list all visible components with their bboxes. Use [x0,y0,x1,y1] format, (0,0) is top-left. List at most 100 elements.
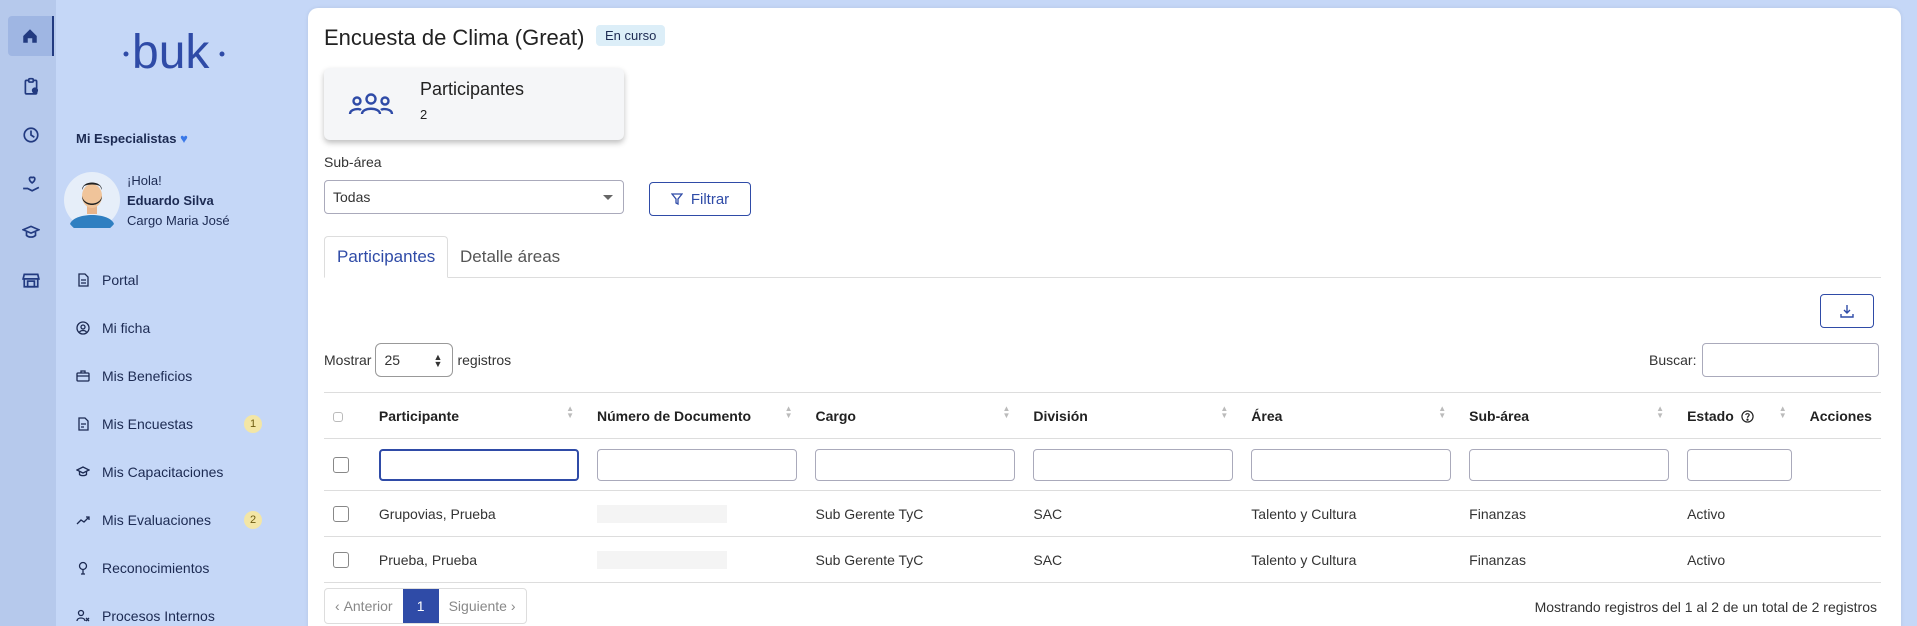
store-icon[interactable] [8,260,54,300]
pagination: ‹ Anterior 1 Siguiente › [324,588,527,624]
summary-count: 2 [420,107,428,122]
filter-participante-input[interactable] [378,448,580,481]
sidebar-item-mi-ficha[interactable]: Mi ficha [76,304,276,352]
redacted-document [597,550,728,569]
page-length-select[interactable]: 25 ▲ ▼ [375,343,454,377]
summary-title: Participantes [420,79,525,99]
participants-table: Participante ▲ ▼ Número de Documento ▲ ▼ Car… [324,392,1881,583]
sort-icon: ▲ ▼ [1438,404,1447,420]
cell-estado: Activo [1687,551,1726,568]
subarea-selected-value: Todas [333,189,371,205]
cell-estado: Activo [1687,505,1726,522]
filter-button-label: Filtrar [690,190,730,208]
sidebar-item-procesos-internos[interactable]: Procesos Internos [76,592,276,626]
pagination-page-1[interactable]: 1 [402,589,439,623]
sidebar-item-label: Mi ficha [102,320,151,336]
hand-heart-icon[interactable] [8,164,54,204]
column-header-subarea[interactable]: Sub-área ▲ ▼ [1460,393,1678,439]
cell-participante: Grupovias, Prueba [378,505,496,522]
filter-button[interactable]: Filtrar [649,182,751,216]
column-header-cargo[interactable]: Cargo ▲ ▼ [806,393,1024,439]
filter-row-checkbox[interactable] [333,457,349,474]
sidebar-item-label: Portal [102,272,139,288]
chevron-right-icon: › [506,598,516,614]
sidebar-item-reconocimientos[interactable]: Reconocimientos [76,544,276,592]
sidebar-nav: Portal Mi ficha Mis Beneficios Mis Encue… [76,256,276,626]
filter-subarea-input[interactable] [1469,448,1670,481]
cell-documento [588,491,806,537]
process-icon [76,609,90,622]
chevron-down-icon [603,195,613,200]
table-header-row: Participante ▲ ▼ Número de Documento ▲ ▼ Car… [324,392,1881,439]
status-badge: En curso [596,25,666,46]
row-checkbox[interactable] [333,552,349,569]
sidebar-item-mis-beneficios[interactable]: Mis Beneficios [76,352,276,400]
column-header-division[interactable]: División ▲ ▼ [1024,393,1242,439]
search-control: Buscar: [1649,343,1880,377]
sidebar-item-label: Mis Capacitaciones [102,464,224,480]
sidebar-item-mis-encuestas[interactable]: Mis Encuestas 1 [76,400,276,448]
greeting-text: ¡Hola! [127,173,162,188]
icon-rail [0,0,56,626]
medal-icon [78,561,88,575]
cell-area: Talento y Cultura [1251,551,1357,568]
graduation-cap-icon [76,466,90,477]
sort-icon: ▲ ▼ [1778,404,1787,420]
clipboard-icon[interactable] [8,66,54,106]
sort-icon: ▲ ▼ [1002,404,1011,420]
cell-subarea: Finanzas [1469,551,1526,568]
cell-division: SAC [1033,505,1063,522]
column-header-area[interactable]: Área ▲ ▼ [1242,393,1460,439]
row-checkbox[interactable] [333,506,349,523]
buk-logo[interactable]: buk [118,24,230,84]
sidebar-item-label: Mis Encuestas [102,416,194,432]
sort-arrows-icon: ▲ ▼ [433,352,443,369]
filter-estado-input[interactable] [1687,448,1792,481]
tab-participantes[interactable]: Participantes [324,236,449,278]
help-circle-icon[interactable] [1740,409,1754,423]
notification-badge: 2 [244,511,262,529]
notification-badge: 1 [244,415,262,433]
sidebar-item-portal[interactable]: Portal [76,256,276,304]
filter-division-input[interactable] [1033,448,1234,481]
prev-label: Anterior [343,598,393,614]
select-all-checkbox[interactable] [333,411,343,422]
search-input[interactable] [1702,343,1880,377]
cell-acciones [1801,491,1881,537]
user-name: Eduardo Silva [127,193,214,208]
subarea-select[interactable]: Todas [324,180,624,214]
svg-text:buk: buk [132,26,210,79]
graduation-cap-icon[interactable] [8,212,54,252]
search-label: Buscar: [1649,352,1697,368]
show-label: Mostrar [324,352,372,368]
user-role: Cargo Maria José [127,213,230,228]
download-button[interactable] [1820,294,1874,328]
column-header-estado[interactable]: Estado ▲ ▼ [1678,393,1801,439]
heart-icon: ♥ [180,131,188,146]
page-title: Encuesta de Clima (Great) [324,25,585,50]
next-label: Siguiente [448,598,507,614]
column-filter-row [324,439,1881,491]
cell-cargo: Sub Gerente TyC [815,505,924,522]
sidebar-item-label: Mis Beneficios [102,368,193,384]
filter-icon [670,193,683,205]
filter-area-input[interactable] [1251,448,1452,481]
table-row: Prueba, Prueba Sub Gerente TyC SAC Talen… [324,537,1881,583]
column-header-participante[interactable]: Participante ▲ ▼ [370,393,588,439]
home-icon[interactable] [8,16,54,56]
filter-cargo-input[interactable] [815,448,1016,481]
tab-detalle-areas[interactable]: Detalle áreas [448,236,572,278]
filter-documento-input[interactable] [597,448,798,481]
sidebar-item-mis-capacitaciones[interactable]: Mis Capacitaciones [76,448,276,496]
pagination-next[interactable]: Siguiente › [439,589,526,623]
cell-cargo: Sub Gerente TyC [815,551,924,568]
pagination-prev[interactable]: ‹ Anterior [325,589,403,623]
column-header-documento[interactable]: Número de Documento ▲ ▼ [588,393,806,439]
download-icon [1840,305,1854,318]
column-header-acciones: Acciones [1809,407,1872,424]
clock-icon[interactable] [8,115,54,155]
select-all-header [324,393,370,439]
table-row: Grupovias, Prueba Sub Gerente TyC SAC Ta… [324,491,1881,537]
page-length-control: Mostrar 25 ▲ ▼ registros [324,343,511,377]
sidebar-item-mis-evaluaciones[interactable]: Mis Evaluaciones 2 [76,496,276,544]
